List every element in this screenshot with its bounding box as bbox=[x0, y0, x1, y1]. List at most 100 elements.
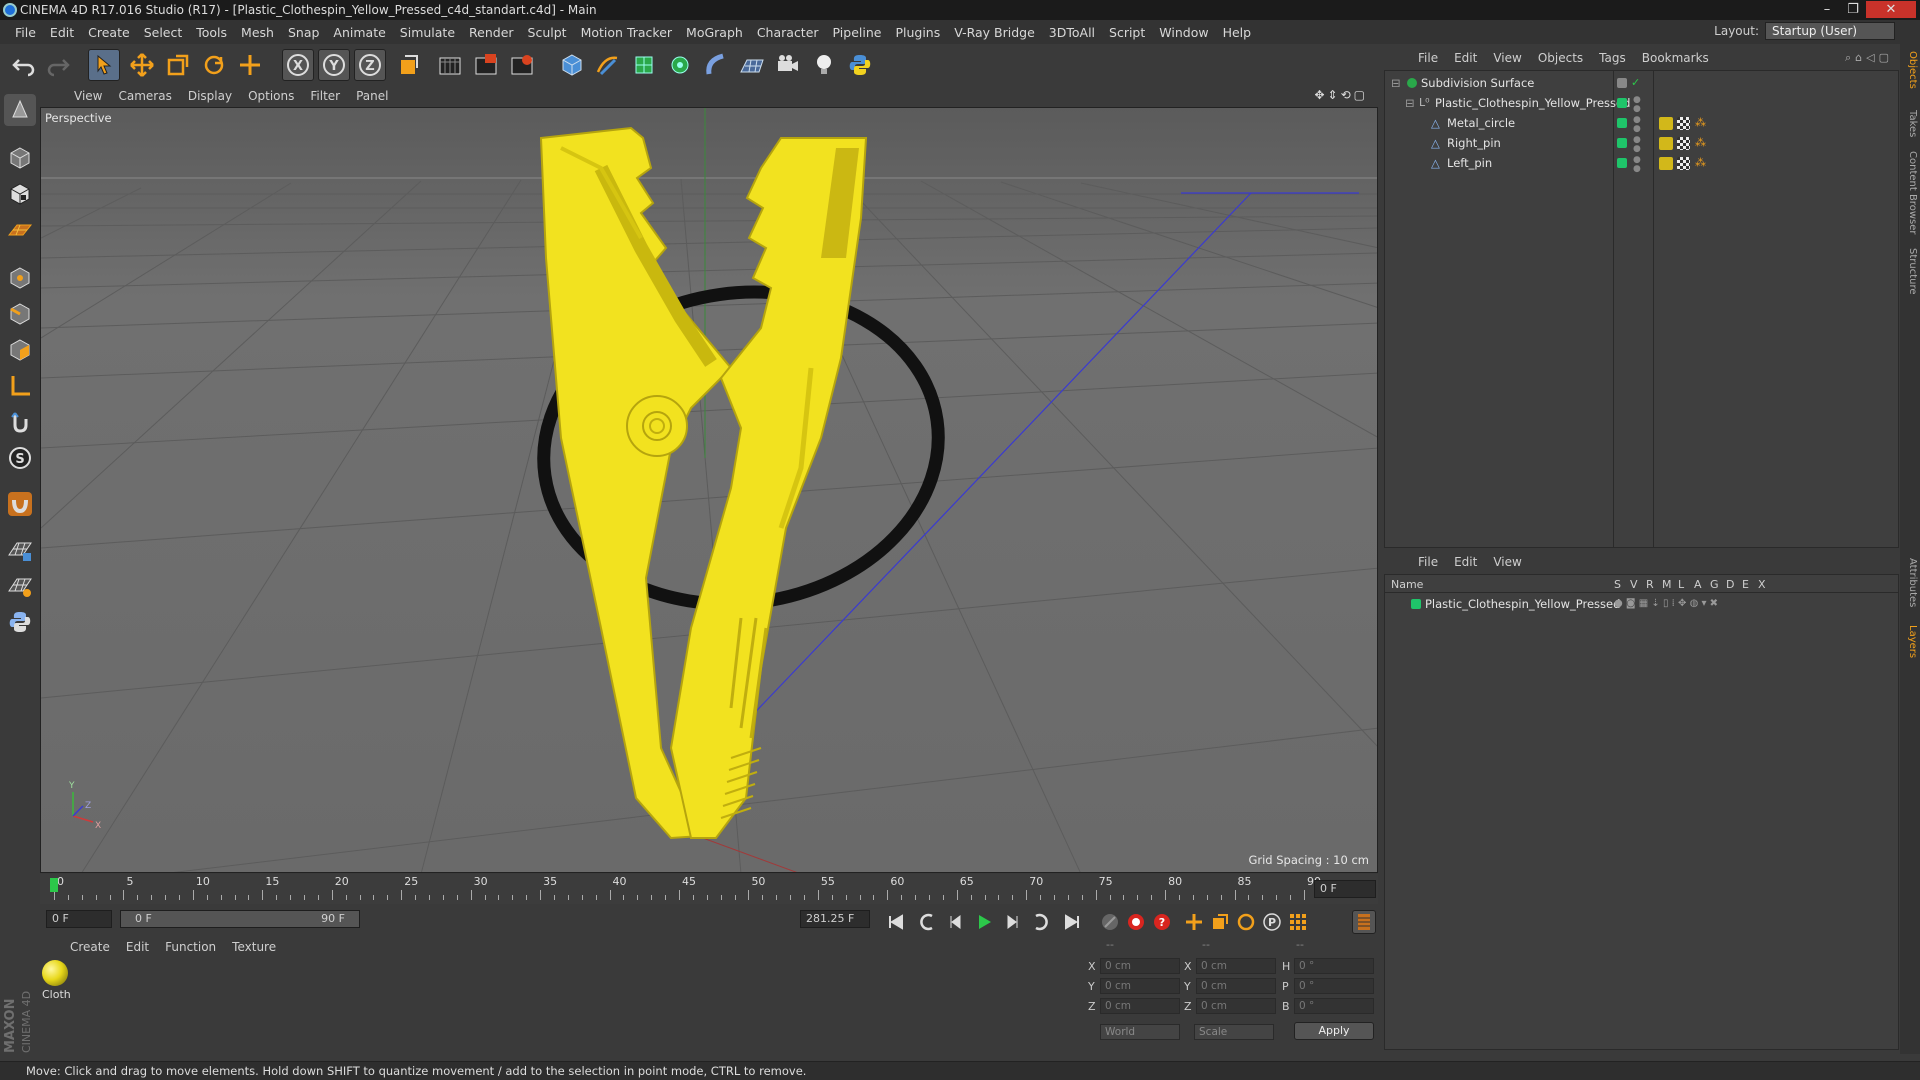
render-view-icon[interactable] bbox=[434, 49, 466, 81]
model-mode-icon[interactable] bbox=[4, 142, 36, 174]
position-x-field[interactable]: 0 cm bbox=[1100, 958, 1180, 974]
position-z-field[interactable]: 0 cm bbox=[1100, 998, 1180, 1014]
visibility-dots-icon[interactable]: ● ● bbox=[1633, 156, 1641, 174]
visibility-dots-icon[interactable]: ● ● bbox=[1633, 136, 1641, 154]
rotate-icon[interactable] bbox=[198, 49, 230, 81]
rotation-b-field[interactable]: 0 ° bbox=[1294, 998, 1374, 1014]
go-to-end-icon[interactable] bbox=[1060, 910, 1084, 934]
record-active-icon[interactable] bbox=[1124, 910, 1148, 934]
x-axis-icon[interactable]: X bbox=[282, 49, 314, 81]
layer-column-expressions[interactable]: E bbox=[1742, 577, 1749, 593]
viewport-menu-view[interactable]: View bbox=[66, 89, 110, 103]
object-menu-bookmarks[interactable]: Bookmarks bbox=[1634, 51, 1717, 65]
perspective-viewport[interactable]: Y X Z Perspective Grid Spacing : 10 cm bbox=[40, 107, 1378, 873]
menu-simulate[interactable]: Simulate bbox=[393, 25, 462, 40]
tab-content-browser[interactable]: Content Browser bbox=[1902, 148, 1918, 238]
viewport-nav-icons[interactable]: ✥⇕⟲▢ bbox=[1314, 88, 1368, 102]
mograph-cloner-icon[interactable] bbox=[664, 49, 696, 81]
tab-layers[interactable]: Layers bbox=[1902, 620, 1918, 664]
coordinate-system-icon[interactable] bbox=[392, 49, 424, 81]
viewport-menu-filter[interactable]: Filter bbox=[302, 89, 348, 103]
size-y-field[interactable]: 0 cm bbox=[1196, 978, 1276, 994]
menu-file[interactable]: File bbox=[8, 25, 43, 40]
layer-row[interactable]: Plastic_Clothespin_Yellow_Pressed ● ◙ ▦ … bbox=[1385, 595, 1898, 613]
material-menu-texture[interactable]: Texture bbox=[224, 940, 284, 954]
locked-workplane-icon[interactable] bbox=[4, 534, 36, 566]
magnet-icon[interactable] bbox=[4, 488, 36, 520]
layer-menu-view[interactable]: View bbox=[1485, 555, 1529, 569]
phong-tag-icon[interactable]: ⁂ bbox=[1695, 153, 1706, 173]
scale-icon[interactable] bbox=[162, 49, 194, 81]
coordinate-mode-dropdown[interactable]: World bbox=[1100, 1024, 1180, 1040]
visibility-editor-icon[interactable] bbox=[1617, 78, 1627, 88]
polygons-mode-icon[interactable] bbox=[4, 334, 36, 366]
layer-color-icon[interactable] bbox=[1617, 158, 1627, 168]
layer-color-icon[interactable] bbox=[1617, 98, 1627, 108]
current-frame-field[interactable]: 281.25 F bbox=[800, 910, 870, 928]
object-menu-view[interactable]: View bbox=[1485, 51, 1529, 65]
menu-3dtoall[interactable]: 3DToAll bbox=[1042, 25, 1102, 40]
menu-help[interactable]: Help bbox=[1216, 25, 1259, 40]
layer-column-generators[interactable]: G bbox=[1710, 577, 1719, 593]
layer-column-render[interactable]: R bbox=[1646, 577, 1654, 593]
key-pla-icon[interactable] bbox=[1286, 910, 1310, 934]
tab-attributes[interactable]: Attributes bbox=[1902, 552, 1918, 614]
collapse-icon[interactable]: ⊟ bbox=[1405, 93, 1415, 113]
key-position-icon[interactable] bbox=[1182, 910, 1206, 934]
viewport-menu-panel[interactable]: Panel bbox=[348, 89, 396, 103]
texture-tag-icon[interactable] bbox=[1677, 117, 1690, 130]
playhead-marker[interactable] bbox=[50, 878, 58, 892]
material-menu-create[interactable]: Create bbox=[62, 940, 118, 954]
menu-edit[interactable]: Edit bbox=[43, 25, 81, 40]
subdivision-icon[interactable] bbox=[628, 49, 660, 81]
maximize-icon[interactable]: ❐ bbox=[1840, 1, 1866, 18]
layer-column-solo[interactable]: S bbox=[1614, 577, 1621, 593]
texture-tag-icon[interactable] bbox=[1677, 157, 1690, 170]
minimize-icon[interactable]: – bbox=[1814, 1, 1840, 18]
object-menu-edit[interactable]: Edit bbox=[1446, 51, 1485, 65]
layer-color-icon[interactable] bbox=[1411, 599, 1421, 609]
menu-select[interactable]: Select bbox=[137, 25, 190, 40]
phong-tag-icon[interactable]: ⁂ bbox=[1695, 113, 1706, 133]
close-icon[interactable]: ✕ bbox=[1866, 1, 1916, 18]
viewport-menu-cameras[interactable]: Cameras bbox=[110, 89, 179, 103]
layer-color-icon[interactable] bbox=[1617, 118, 1627, 128]
edges-mode-icon[interactable] bbox=[4, 298, 36, 330]
rotation-p-field[interactable]: 0 ° bbox=[1294, 978, 1374, 994]
phong-tag-icon[interactable]: ⁂ bbox=[1695, 133, 1706, 153]
camera-icon[interactable] bbox=[772, 49, 804, 81]
pen-spline-icon[interactable] bbox=[592, 49, 624, 81]
object-row-metal-circle[interactable]: △ Metal_circle ● ● ⁂ bbox=[1385, 113, 1898, 134]
object-row-right-pin[interactable]: △ Right_pin ● ● ⁂ bbox=[1385, 133, 1898, 154]
menu-window[interactable]: Window bbox=[1152, 25, 1215, 40]
material-tag-icon[interactable] bbox=[1659, 117, 1673, 130]
tweak-icon[interactable] bbox=[4, 406, 36, 438]
collapse-icon[interactable]: ⊟ bbox=[1391, 73, 1401, 93]
planar-workplane-icon[interactable] bbox=[4, 570, 36, 602]
redo-icon[interactable] bbox=[42, 49, 74, 81]
layer-column-animation[interactable]: A bbox=[1694, 577, 1702, 593]
layer-column-manager[interactable]: M bbox=[1662, 577, 1672, 593]
enabled-check-icon[interactable]: ✓ bbox=[1631, 73, 1640, 93]
texture-mode-icon[interactable] bbox=[4, 178, 36, 210]
viewport-menu-display[interactable]: Display bbox=[180, 89, 240, 103]
render-settings-icon[interactable] bbox=[506, 49, 538, 81]
material-swatch[interactable]: Cloth bbox=[42, 960, 71, 1002]
layer-menu-file[interactable]: File bbox=[1410, 555, 1446, 569]
make-editable-icon[interactable] bbox=[4, 94, 36, 126]
z-axis-icon[interactable]: Z bbox=[354, 49, 386, 81]
material-tag-icon[interactable] bbox=[1659, 157, 1673, 170]
axis-icon[interactable] bbox=[4, 370, 36, 402]
next-frame-icon[interactable] bbox=[1000, 910, 1024, 934]
menu-pipeline[interactable]: Pipeline bbox=[826, 25, 889, 40]
live-selection-icon[interactable] bbox=[88, 49, 120, 81]
menu-motion-tracker[interactable]: Motion Tracker bbox=[574, 25, 679, 40]
frame-range-slider[interactable]: 0 F 90 F bbox=[120, 910, 360, 928]
key-scale-icon[interactable] bbox=[1208, 910, 1232, 934]
key-rotation-icon[interactable] bbox=[1234, 910, 1258, 934]
menu-character[interactable]: Character bbox=[750, 25, 826, 40]
snap-icon[interactable]: S bbox=[4, 442, 36, 474]
rotation-h-field[interactable]: 0 ° bbox=[1294, 958, 1374, 974]
next-key-icon[interactable] bbox=[1028, 910, 1052, 934]
menu-sculpt[interactable]: Sculpt bbox=[521, 25, 574, 40]
